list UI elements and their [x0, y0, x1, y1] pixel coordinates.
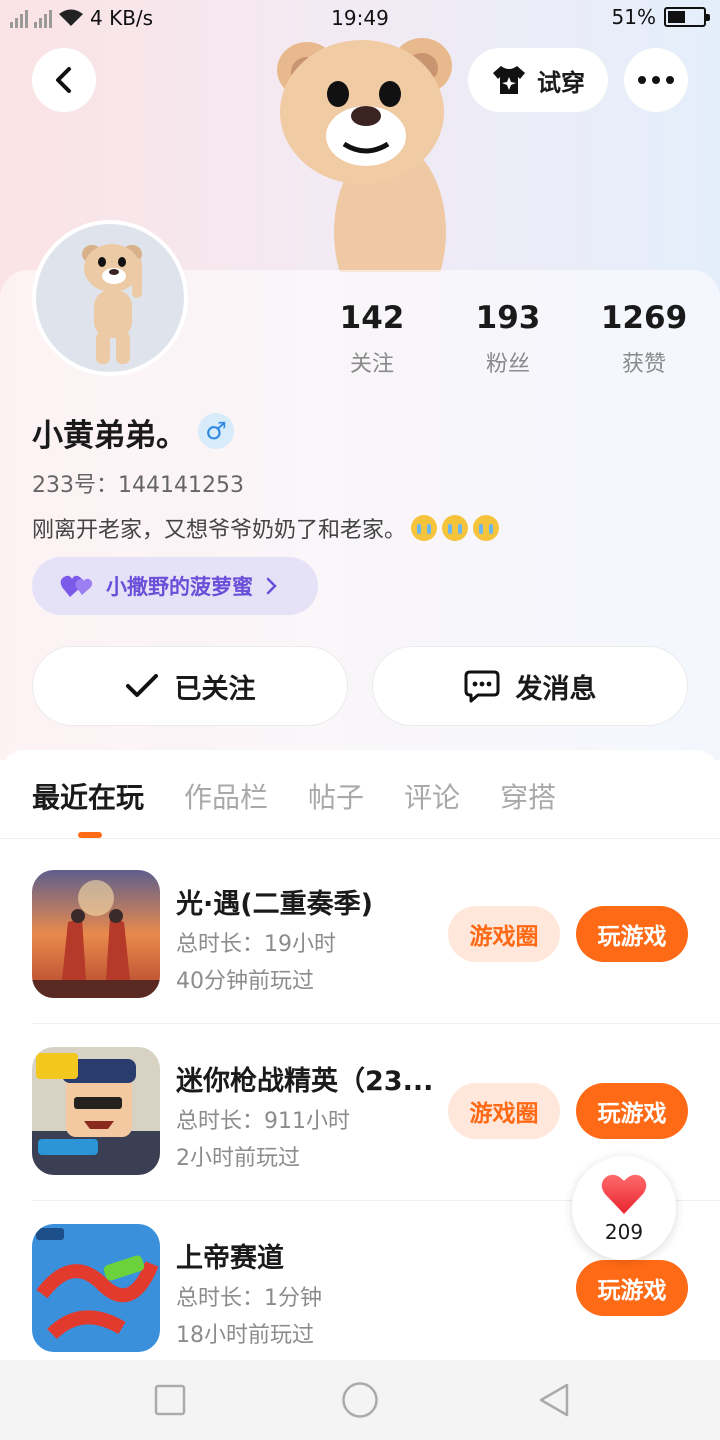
followers-count: 193 [475, 300, 541, 336]
send-message-button[interactable]: 发消息 [372, 646, 688, 726]
game-icon-mini-gunfight [32, 1047, 160, 1175]
likes-label: 获赞 [621, 352, 666, 377]
profile-tabs: 最近在玩 作品栏 帖子 评论 穿搭 [32, 776, 556, 816]
crying-face-icon [411, 515, 438, 541]
play-game-button[interactable]: 玩游戏 [576, 1260, 688, 1316]
game-last-played: 40分钟前玩过 [176, 969, 314, 994]
fan-club-badge[interactable]: 小撒野的菠萝蜜 [32, 557, 318, 615]
followed-button[interactable]: 已关注 [32, 646, 348, 726]
more-button[interactable] [624, 48, 688, 112]
tab-comments[interactable]: 评论 [404, 776, 460, 816]
nickname: 小黄弟弟。 [32, 418, 187, 454]
bear-avatar-image [82, 244, 142, 364]
divider [0, 838, 720, 839]
home-icon[interactable] [341, 1381, 379, 1419]
play-game-button[interactable]: 玩游戏 [576, 906, 688, 962]
tab-outfits[interactable]: 穿搭 [500, 776, 556, 816]
game-last-played: 2小时前玩过 [176, 1146, 300, 1171]
user-id: 233号：144141253 [32, 473, 244, 498]
stat-followers[interactable]: 193 粉丝 [443, 300, 573, 378]
try-on-button[interactable]: 试穿 [468, 48, 608, 112]
divider [32, 1023, 720, 1024]
send-message-label: 发消息 [515, 673, 597, 705]
game-list-item[interactable]: 光·遇(二重奏季) 总时长：19小时 40分钟前玩过 游戏圈 玩游戏 [32, 870, 720, 1048]
try-on-label: 试穿 [537, 68, 585, 97]
chevron-right-icon [266, 577, 277, 595]
crying-face-icon [442, 515, 469, 541]
game-duration: 总时长：1分钟 [176, 1286, 322, 1311]
tab-works[interactable]: 作品栏 [184, 776, 268, 816]
chevron-left-icon [56, 67, 71, 93]
stat-likes[interactable]: 1269 获赞 [579, 300, 709, 378]
system-nav-bar [0, 1360, 720, 1440]
bio: 刚离开老家，又想爷爷奶奶了和老家。 [32, 512, 500, 544]
fan-club-label: 小撒野的菠萝蜜 [106, 575, 253, 599]
like-count: 209 [604, 1220, 644, 1244]
following-label: 关注 [349, 352, 394, 377]
like-button[interactable]: 209 [572, 1156, 676, 1260]
recent-apps-icon[interactable] [154, 1384, 186, 1416]
back-button[interactable] [32, 48, 96, 112]
battery-icon [664, 7, 710, 27]
bio-text: 刚离开老家，又想爷爷奶奶了和老家。 [32, 518, 407, 543]
avatar[interactable] [32, 220, 188, 376]
game-duration: 总时长：911小时 [176, 1109, 350, 1134]
heart-icon [601, 1174, 647, 1214]
game-circle-button[interactable]: 游戏圈 [448, 1083, 560, 1139]
crying-face-icon [473, 515, 500, 541]
battery-percent: 51% [611, 5, 656, 29]
likes-count: 1269 [600, 300, 688, 336]
back-nav-icon[interactable] [537, 1382, 571, 1418]
followed-label: 已关注 [174, 673, 256, 705]
followers-label: 粉丝 [485, 352, 530, 377]
game-title: 上帝赛道 [176, 1243, 284, 1274]
more-dots-icon [638, 76, 674, 84]
double-heart-icon [60, 575, 93, 597]
tab-posts[interactable]: 帖子 [308, 776, 364, 816]
stat-following[interactable]: 142 关注 [307, 300, 437, 378]
play-game-button[interactable]: 玩游戏 [576, 1083, 688, 1139]
game-icon-sky [32, 870, 160, 998]
game-duration: 总时长：19小时 [176, 932, 336, 957]
male-icon: ♂ [198, 413, 234, 449]
game-icon-god-race-track [32, 1224, 160, 1352]
chat-bubble-icon [464, 670, 499, 703]
check-icon [125, 674, 158, 697]
avatar-3d-model[interactable] [262, 32, 462, 322]
battery-fill [668, 11, 685, 23]
following-count: 142 [339, 300, 405, 336]
game-circle-button[interactable]: 游戏圈 [448, 906, 560, 962]
game-title: 迷你枪战精英（23... [176, 1066, 434, 1097]
game-last-played: 18小时前玩过 [176, 1323, 314, 1348]
tshirt-sparkle-icon [493, 66, 525, 94]
tab-recently-played[interactable]: 最近在玩 [32, 776, 144, 816]
game-title: 光·遇(二重奏季) [176, 889, 373, 920]
